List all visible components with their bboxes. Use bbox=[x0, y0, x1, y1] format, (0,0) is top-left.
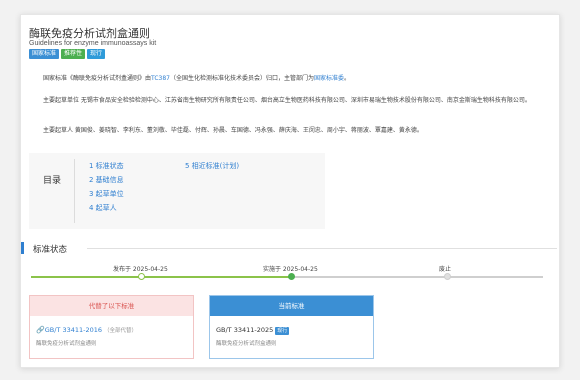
authority-link[interactable]: 国家标准委 bbox=[314, 75, 344, 82]
section-accent-bar bbox=[21, 242, 24, 254]
timeline-progress-line bbox=[31, 276, 293, 278]
timeline-dot-implemented bbox=[288, 273, 295, 280]
current-standard-code: GB/T 33411-2025 bbox=[216, 326, 274, 334]
status-section-header: 标准状态 bbox=[21, 242, 559, 255]
current-standard-row: GB/T 33411-2025 现行 bbox=[216, 326, 290, 335]
page-subtitle-en: Guidelines for enzyme immunoassays kit bbox=[29, 40, 157, 47]
page-title: 酶联免疫分析试剂盒通则 bbox=[29, 27, 150, 40]
replaced-standards-panel: 代替了以下标准 🔗GB/T 33411-2016 （全部代替） 酶联免疫分析试剂盒… bbox=[29, 295, 194, 359]
badge-national-standard: 国家标准 bbox=[29, 49, 60, 59]
status-section-title: 标准状态 bbox=[33, 245, 68, 255]
current-status-badge: 现行 bbox=[275, 327, 290, 335]
timeline-pending-line bbox=[293, 276, 543, 278]
toc-item-basic-info[interactable]: 2 基础信息 bbox=[89, 175, 124, 185]
replaced-standard-row: 🔗GB/T 33411-2016 （全部代替） bbox=[36, 326, 137, 334]
toc-divider bbox=[74, 159, 75, 223]
current-panel-header: 当前标准 bbox=[210, 296, 373, 316]
tc387-link[interactable]: TC387 bbox=[151, 75, 170, 82]
status-badges: 国家标准 推荐性 现行 bbox=[29, 49, 106, 59]
timeline-dot-abolished bbox=[444, 273, 451, 280]
current-standard-panel: 当前标准 GB/T 33411-2025 现行 酶联免疫分析试剂盒通则 bbox=[209, 295, 374, 359]
link-icon: 🔗 bbox=[36, 326, 45, 334]
current-standard-name: 酶联免疫分析试剂盒通则 bbox=[216, 341, 277, 347]
toc-item-drafting-units[interactable]: 3 起草单位 bbox=[89, 189, 124, 199]
toc-item-drafters[interactable]: 4 起草人 bbox=[89, 203, 117, 213]
timeline-label-published: 发布于 2025-04-25 bbox=[113, 266, 168, 273]
toc-item-status[interactable]: 1 标准状态 bbox=[89, 161, 124, 171]
timeline-label-abolished: 废止 bbox=[439, 266, 452, 273]
intro-paragraph: 国家标准《酶联免疫分析试剂盒通则》由TC387（全国生化检测标准化技术委员会）归… bbox=[43, 75, 351, 82]
section-rule bbox=[87, 248, 557, 249]
timeline-label-implemented: 实施于 2025-04-25 bbox=[263, 266, 318, 273]
toc-item-similar-standards[interactable]: 5 相近标准(计划) bbox=[185, 161, 239, 171]
badge-current: 现行 bbox=[87, 49, 106, 59]
replaced-standard-link[interactable]: GB/T 33411-2016 bbox=[45, 326, 102, 334]
drafters-paragraph: 主要起草人 黄国俊、姜晓智、李利东、董刘敬、毕佳磊、付辉、孙晨、车国德、冯永强、… bbox=[43, 127, 423, 134]
standard-detail-card: 酶联免疫分析试剂盒通则 Guidelines for enzyme immuno… bbox=[20, 14, 560, 368]
replaced-note: （全部代替） bbox=[104, 328, 138, 334]
replaced-panel-header: 代替了以下标准 bbox=[30, 296, 193, 316]
badge-recommended: 推荐性 bbox=[61, 49, 86, 59]
replaced-standard-name: 酶联免疫分析试剂盒通则 bbox=[36, 341, 97, 347]
toc-title: 目录 bbox=[43, 176, 62, 186]
drafting-units-paragraph: 主要起草单位 无锡市食品安全检验检测中心、江苏省南生物研究所有限责任公司、烟台高… bbox=[43, 97, 531, 104]
table-of-contents: 目录 1 标准状态 2 基础信息 3 起草单位 4 起草人 5 相近标准(计划) bbox=[29, 153, 325, 229]
timeline-dot-published bbox=[138, 273, 145, 280]
